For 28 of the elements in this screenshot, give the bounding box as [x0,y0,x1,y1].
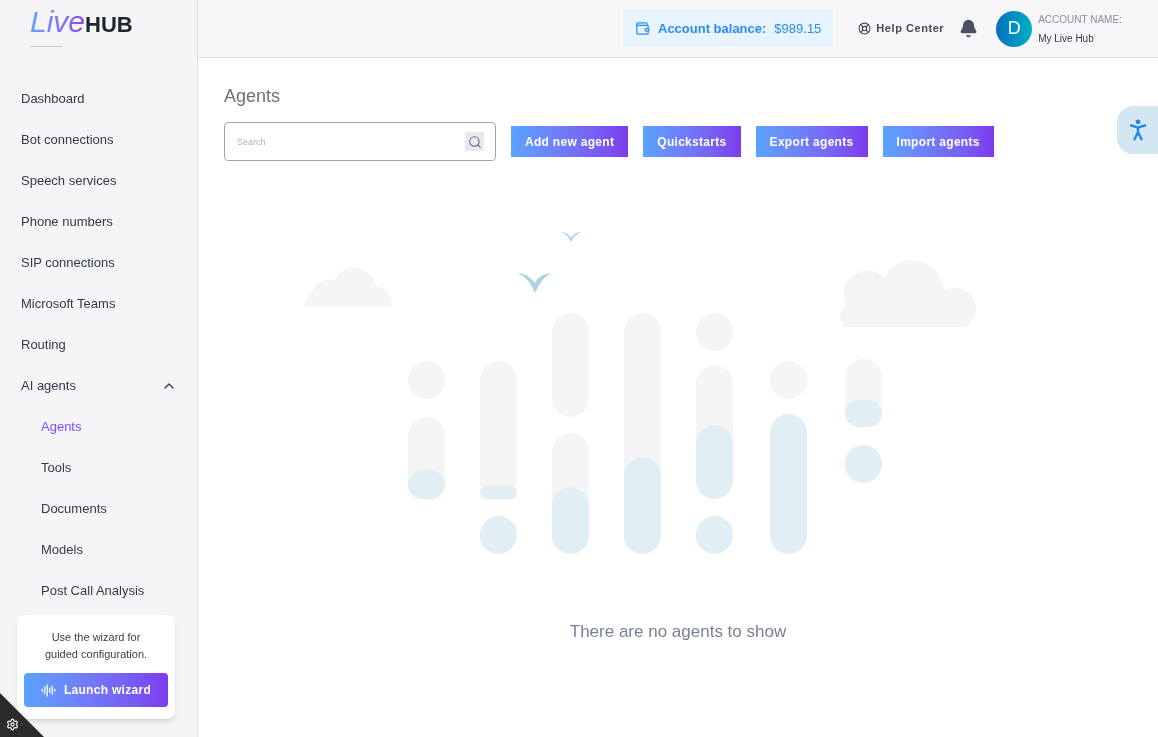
launch-wizard-button[interactable]: Launch wizard [24,673,168,707]
wizard-text: Use the wizard for guided configuration. [43,630,149,662]
page-title: Agents [224,85,282,107]
sidebar-item[interactable]: Phone numbers [0,201,197,242]
sidebar-item[interactable]: Documents [0,488,197,529]
sidebar-item[interactable]: Post Call Analysis [0,570,197,611]
sidebar-item[interactable]: Agents [0,406,197,447]
help-center-link[interactable]: Help Center [858,20,945,37]
empty-message: There are no agents to show [568,621,788,643]
account-label: ACCOUNT NAME: [1038,12,1122,27]
action-button[interactable]: Import agents [882,126,994,157]
sidebar-item[interactable]: Models [0,529,197,570]
balance-label: Account balance: [658,19,767,38]
balance-value: $989.15 [774,19,822,38]
action-button[interactable]: Add new agent [511,126,629,157]
sidebar-item[interactable]: SIP connections [0,242,197,283]
sidebar-item[interactable]: AI agents [0,365,197,406]
avatar[interactable]: D [996,10,1033,47]
sidebar-item[interactable]: Bot connections [0,119,197,160]
action-button[interactable]: Export agents [755,126,868,157]
account-name: My Live Hub [1038,31,1095,46]
sidebar-item[interactable]: Routing [0,324,197,365]
search-field[interactable]: Search [224,122,496,161]
sidebar-item[interactable]: Microsoft Teams [0,283,197,324]
sidebar-item[interactable]: Speech services [0,160,197,201]
sidebar-item[interactable]: Tools [0,447,197,488]
sidebar-item[interactable]: Dashboard [0,78,197,119]
action-button[interactable]: Quickstarts [643,126,741,157]
